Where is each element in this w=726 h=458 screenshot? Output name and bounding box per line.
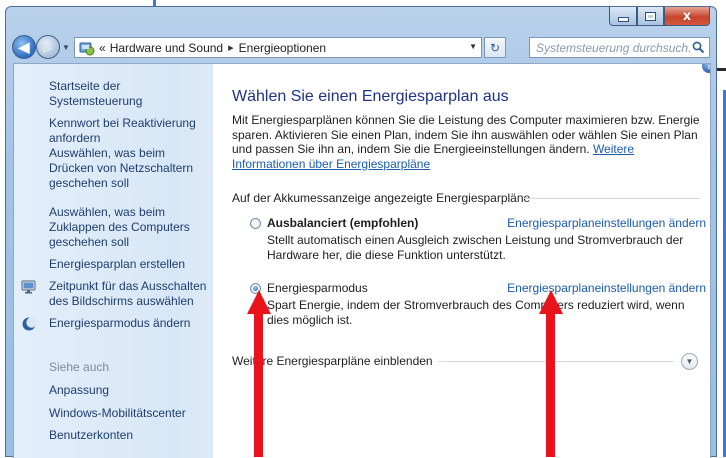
more-plans-row[interactable]: Weitere Energiesparpläne einblenden ▼ xyxy=(232,353,702,371)
close-icon: x xyxy=(682,8,692,24)
breadcrumb-separator[interactable]: ▸ xyxy=(228,41,234,54)
minimize-icon xyxy=(617,16,629,22)
sidebar-item-wake-password[interactable]: Kennwort bei Reaktivierung anfordern xyxy=(49,116,209,146)
caption-buttons: x xyxy=(609,7,710,26)
annotation-arrow-radio xyxy=(247,290,271,457)
main-panel: ? Wählen Sie einen Energiesparplan aus M… xyxy=(232,64,710,458)
moon-icon xyxy=(21,316,37,332)
recent-pages-dropdown[interactable]: ▼ xyxy=(62,43,70,52)
maximize-button[interactable] xyxy=(637,7,664,26)
divider xyxy=(524,198,700,199)
plan-balanced-description: Stellt automatisch einen Ausgleich zwisc… xyxy=(267,233,684,262)
sidebar-item-label[interactable]: Zeitpunkt für das Ausschalten des Bildsc… xyxy=(49,279,206,308)
sidebar-item-anpassung[interactable]: Anpassung xyxy=(49,383,209,398)
sidebar-item-label[interactable]: Kennwort bei Reaktivierung anfordern xyxy=(49,116,196,145)
intro-text: Mit Energiesparplänen können Sie die Lei… xyxy=(232,113,702,171)
breadcrumb-hardware-und-sound[interactable]: Hardware und Sound xyxy=(110,41,223,55)
refresh-button[interactable]: ↻ xyxy=(484,37,506,58)
explorer-window: x ◀ ▶ ▼ « Hardware und Sound ▸ Energieop… xyxy=(5,6,717,458)
sidebar-item-label[interactable]: Energiesparplan erstellen xyxy=(49,257,185,271)
search-icon[interactable] xyxy=(690,41,706,54)
search-box[interactable]: Systemsteuerung durchsuch... xyxy=(529,37,710,58)
plan-power-saver-description: Spart Energie, indem der Stromverbrauch … xyxy=(267,298,685,327)
address-bar[interactable]: « Hardware und Sound ▸ Energieoptionen ▼ xyxy=(74,37,482,58)
sidebar-item-display-off[interactable]: Zeitpunkt für das Ausschalten des Bildsc… xyxy=(21,279,209,309)
sidebar-item-mobility-center[interactable]: Windows-Mobilitätscenter xyxy=(49,406,209,421)
minimize-button[interactable] xyxy=(609,7,637,26)
sidebar-item-label[interactable]: Energiesparmodus ändern xyxy=(49,316,190,330)
plans-group-title: Auf der Akkumessanzeige angezeigte Energ… xyxy=(232,191,531,205)
plan-balanced-settings-link[interactable]: Energiesparplaneinstellungen ändern xyxy=(507,216,706,230)
page-title: Wählen Sie einen Energiesparplan aus xyxy=(232,88,509,105)
task-pane: Startseite der Systemsteuerung Kennwort … xyxy=(14,64,213,458)
sidebar-item-label[interactable]: Auswählen, was beim Drücken von Netzscha… xyxy=(49,146,193,190)
close-button[interactable]: x xyxy=(664,7,710,26)
plan-balanced-name[interactable]: Ausbalanciert (empfohlen) xyxy=(267,216,418,230)
maximize-icon xyxy=(645,11,656,21)
plan-balanced-radio[interactable] xyxy=(250,218,261,229)
sidebar-item-power-buttons[interactable]: Auswählen, was beim Drücken von Netzscha… xyxy=(49,146,209,191)
control-panel-icon xyxy=(79,40,95,56)
refresh-icon: ↻ xyxy=(489,40,501,55)
help-icon[interactable]: ? xyxy=(702,64,710,73)
sidebar-item-home[interactable]: Startseite der Systemsteuerung xyxy=(49,79,209,109)
back-button[interactable]: ◀ xyxy=(12,35,36,59)
sidebar-item-user-accounts[interactable]: Benutzerkonten xyxy=(49,428,209,443)
navigation-bar: ◀ ▶ ▼ « Hardware und Sound ▸ Energieopti… xyxy=(6,33,716,63)
chevron-down-icon[interactable]: ▼ xyxy=(681,353,698,370)
forward-arrow-icon: ▶ xyxy=(42,38,54,55)
back-arrow-icon: ◀ xyxy=(18,38,30,55)
sidebar-item-lid-close[interactable]: Auswählen, was beim Zuklappen des Comput… xyxy=(49,205,209,250)
see-also-title: Siehe auch xyxy=(49,360,110,374)
sidebar-item-label[interactable]: Auswählen, was beim Zuklappen des Comput… xyxy=(49,205,190,249)
forward-button[interactable]: ▶ xyxy=(36,35,60,59)
sidebar-item-create-plan[interactable]: Energiesparplan erstellen xyxy=(49,257,209,272)
plan-power-saver-name[interactable]: Energiesparmodus xyxy=(267,281,368,295)
content-area: Startseite der Systemsteuerung Kennwort … xyxy=(13,63,711,458)
annotation-arrow-settings-link xyxy=(539,290,563,457)
sidebar-item-sleep[interactable]: Energiesparmodus ändern xyxy=(22,316,209,331)
breadcrumb-energieoptionen[interactable]: Energieoptionen xyxy=(239,41,326,55)
address-dropdown-icon[interactable]: ▼ xyxy=(469,42,477,51)
monitor-icon xyxy=(21,279,37,295)
search-input[interactable]: Systemsteuerung durchsuch... xyxy=(530,41,690,55)
title-bar[interactable]: x xyxy=(6,7,716,31)
breadcrumb-prefix[interactable]: « xyxy=(99,41,106,55)
